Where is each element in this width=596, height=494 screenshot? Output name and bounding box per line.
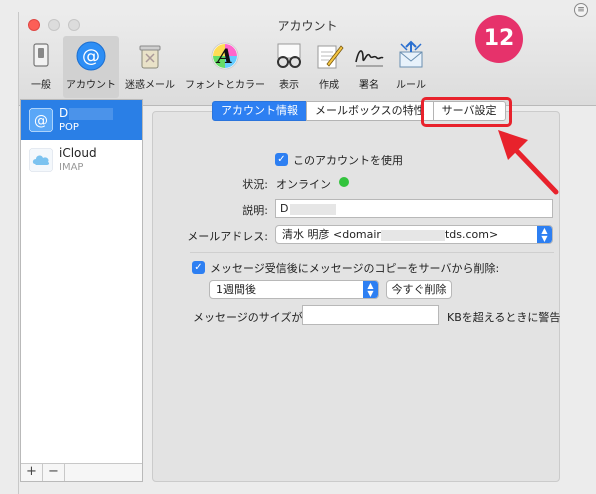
rules-envelope-icon — [399, 40, 423, 68]
toolbar-general-label: 一般 — [31, 80, 51, 91]
toolbar-fonts-colors-label: フォントとカラー — [185, 80, 265, 91]
email-value-end: tds.com> — [444, 228, 499, 241]
cloud-icon — [29, 148, 53, 172]
delete-period-popup[interactable]: 1週間後 ▲ ▼ — [209, 280, 379, 299]
email-address-label: メールアドレス: — [187, 230, 268, 243]
account-item-pop[interactable]: @ D POP — [21, 100, 142, 140]
delete-now-button[interactable]: 今すぐ削除 — [386, 280, 452, 299]
popup-arrows-icon: ▲ ▼ — [537, 226, 552, 243]
account-list: @ D POP iCloud IMAP + − — [20, 99, 143, 482]
enable-account-label: このアカウントを使用 — [293, 154, 403, 167]
separator — [190, 252, 554, 253]
redacted-name — [69, 107, 114, 120]
toolbar-composing[interactable]: 作成 — [311, 36, 347, 98]
size-warning-suffix: KBを超えるときに警告 — [447, 311, 561, 324]
description-label: 説明: — [242, 204, 268, 217]
add-account-button[interactable]: + — [21, 464, 43, 481]
redacted-description — [290, 203, 337, 215]
pointer-arrow-icon — [498, 130, 559, 195]
tab-account-info[interactable]: アカウント情報 — [212, 101, 307, 121]
toolbar-signatures[interactable]: 署名 — [351, 36, 387, 98]
step-badge: 12 — [475, 15, 523, 63]
account-name: D — [59, 106, 69, 120]
toolbar-fonts-colors[interactable]: A フォントとカラー — [183, 36, 267, 98]
delete-period-value: 1週間後 — [216, 283, 256, 296]
toolbar-junk-label: 迷惑メール — [125, 80, 175, 91]
account-type: POP — [59, 122, 79, 133]
toolbar-composing-label: 作成 — [319, 80, 339, 91]
at-account-icon: @ — [29, 108, 53, 132]
size-warning-label: メッセージのサイズが — [193, 311, 303, 324]
svg-text:@: @ — [34, 113, 48, 129]
account-name: iCloud — [59, 146, 97, 160]
glasses-icon — [277, 43, 301, 68]
popup-arrows-icon: ▲ ▼ — [363, 281, 378, 298]
toolbar-viewing-label: 表示 — [279, 80, 299, 91]
switch-icon — [33, 43, 49, 67]
compose-pen-icon — [317, 45, 344, 69]
description-value: D — [280, 202, 289, 215]
toolbar-accounts[interactable]: @ アカウント — [63, 36, 119, 98]
account-name-container: D — [59, 106, 114, 120]
toolbar-general[interactable]: 一般 — [21, 36, 61, 98]
toolbar-rules-label: ルール — [396, 80, 426, 91]
redacted-email — [380, 229, 445, 241]
toolbar-junk[interactable]: 迷惑メール — [121, 36, 179, 98]
toolbar-accounts-label: アカウント — [66, 80, 116, 91]
email-address-popup[interactable]: 清水 明彦 <domair tds.com> ▲ ▼ — [275, 225, 553, 244]
account-list-controls: + − — [21, 463, 142, 481]
trash-can-icon — [139, 45, 161, 69]
notification-icon: ≡ — [574, 3, 588, 17]
server-settings-highlight — [421, 97, 512, 127]
description-field[interactable]: D — [275, 199, 553, 218]
toolbar-viewing[interactable]: 表示 — [271, 36, 307, 98]
email-value-start: 清水 明彦 <domair — [282, 228, 381, 241]
font-a-icon: A — [211, 42, 239, 70]
status-label: 状況: — [242, 178, 268, 191]
toolbar-rules[interactable]: ルール — [391, 36, 431, 98]
remove-account-button[interactable]: − — [43, 464, 65, 481]
online-status-dot — [339, 177, 349, 187]
svg-text:A: A — [215, 44, 233, 68]
at-sign-icon: @ — [76, 41, 106, 71]
toolbar-signatures-label: 署名 — [359, 80, 379, 91]
signature-icon — [355, 50, 384, 67]
delete-after-retrieve-checkbox[interactable]: ✓ — [192, 261, 205, 274]
account-item-icloud[interactable]: iCloud IMAP — [21, 140, 142, 180]
status-value: オンライン — [276, 178, 331, 191]
account-type: IMAP — [59, 162, 84, 173]
tab-mailbox-behaviors[interactable]: メールボックスの特性 — [306, 101, 434, 121]
enable-account-checkbox[interactable]: ✓ — [275, 153, 288, 166]
svg-text:@: @ — [82, 46, 100, 67]
size-limit-field[interactable] — [302, 305, 439, 325]
delete-after-retrieve-label: メッセージ受信後にメッセージのコピーをサーバから削除: — [210, 262, 500, 275]
